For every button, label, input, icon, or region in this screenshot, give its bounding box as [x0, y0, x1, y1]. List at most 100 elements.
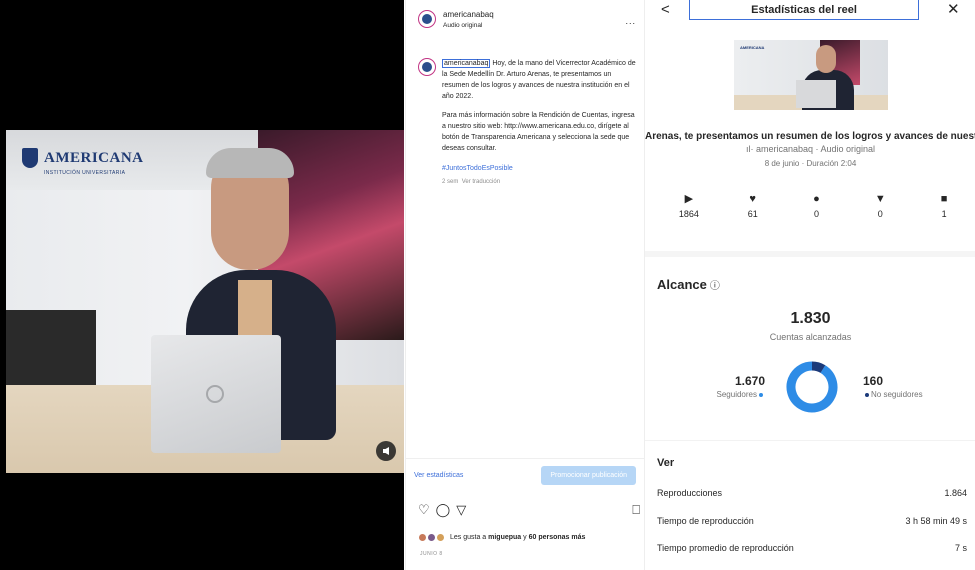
liker-avatar: [436, 533, 445, 542]
hashtag-link[interactable]: #JuntosTodoEsPosible: [442, 163, 640, 174]
heart-filled-icon: ♥: [749, 193, 756, 205]
followers-value: 1.670: [734, 374, 765, 388]
metric-likes: ♥ 61: [721, 192, 785, 219]
post-username[interactable]: americanabaq: [443, 10, 494, 19]
caption-paragraph-1: americanabaq Hoy, de la mano del Vicerre…: [442, 58, 640, 102]
non-followers-value: 160: [863, 374, 884, 388]
audio-wave-icon: ıl·: [745, 144, 754, 154]
heart-outline-icon[interactable]: ♡: [418, 503, 430, 516]
row-value: 7 s: [954, 543, 967, 553]
non-followers-label: No seguidores: [863, 390, 963, 399]
views-row-plays: Reproducciones 1.864: [657, 488, 967, 498]
reel-date-duration: 8 de junio · Duración 2:04: [764, 159, 857, 168]
caption-username[interactable]: americanabaq: [442, 59, 491, 68]
close-icon[interactable]: ✕: [947, 0, 960, 20]
back-chevron-icon[interactable]: <: [661, 0, 670, 20]
accounts-reached-label: Cuentas alcanzadas: [769, 332, 852, 342]
accounts-reached-value: 1.830: [790, 310, 831, 327]
caption-paragraph-2: Para más información sobre la Rendición …: [442, 112, 635, 152]
row-label: Tiempo promedio de reproducción: [657, 543, 794, 553]
reel-thumbnail[interactable]: AMERICANA: [734, 40, 888, 110]
brand-subtitle: INSTITUCIÓN UNIVERSITARIA: [44, 170, 126, 176]
insights-topbar: < Estadísticas del reel ✕: [645, 0, 975, 24]
followers-dot: [759, 392, 763, 397]
reel-metrics: ▶ 1864 ♥ 61 ● 0 ▼ 0 ■ 1: [657, 192, 975, 219]
brand-logo: AMERICANA: [22, 148, 144, 168]
speaker-hair: [206, 148, 294, 178]
views-section-title: Ver: [657, 457, 675, 469]
speaker-icon: [383, 447, 389, 455]
shelf: [6, 310, 96, 390]
post-meta: 2 sem Ver traducción: [442, 177, 640, 188]
followers-label: Seguidores: [689, 390, 765, 399]
metric-saves: ■ 1: [912, 192, 975, 219]
reel-audio[interactable]: ıl· americanabaq · Audio original: [645, 144, 975, 154]
non-followers-label-text: No seguidores: [871, 390, 923, 399]
row-label: Tiempo de reproducción: [657, 516, 754, 526]
promote-button[interactable]: Promocionar publicación: [541, 466, 636, 485]
post-header: americanabaq Audio original ...: [418, 10, 638, 29]
insights-title: Estadísticas del reel: [689, 0, 919, 20]
liker-avatar: [418, 533, 427, 542]
followers-stat: 1.670 Seguidores: [689, 374, 765, 399]
metric-value: 0: [813, 209, 819, 219]
section-divider: [645, 440, 975, 441]
comment-bubble-icon[interactable]: ◯: [436, 503, 451, 516]
reach-section-title: Alcance ⓘ: [657, 277, 720, 292]
likes-middle: y: [521, 534, 529, 541]
avatar-image: [422, 14, 432, 24]
likes-count[interactable]: 60 personas más: [529, 534, 586, 541]
followers-label-text: Seguidores: [716, 390, 757, 399]
bookmark-filled-icon: ■: [940, 193, 948, 205]
post-date: JUNIO 8: [420, 551, 443, 557]
non-followers-stat: 160 No seguidores: [863, 374, 963, 399]
avatar-image: [422, 62, 432, 72]
liker-avatar: [427, 533, 436, 542]
stats-actions-row: Ver estadísticas Promocionar publicación: [406, 458, 644, 492]
reel-caption-text: Arenas, te presentamos un resumen de los…: [645, 131, 975, 142]
caption-avatar[interactable]: [418, 58, 436, 76]
row-value: 3 h 58 min 49 s: [905, 516, 967, 526]
video-frame[interactable]: AMERICANA INSTITUCIÓN UNIVERSITARIA: [6, 130, 404, 473]
reach-title-text: Alcance: [657, 277, 707, 292]
time-ago: 2 sem: [442, 179, 459, 185]
thumb-laptop: [796, 80, 836, 108]
more-options-icon[interactable]: ...: [625, 16, 636, 26]
reel-caption: Arenas, te presentamos un resumen de los…: [645, 131, 975, 142]
reach-donut-chart: [786, 361, 838, 413]
views-row-avg-watch-time: Tiempo promedio de reproducción 7 s: [657, 543, 967, 553]
see-translation-link[interactable]: Ver traducción: [462, 179, 500, 185]
reel-audio-text: americanabaq · Audio original: [755, 144, 876, 154]
likes-user[interactable]: miguepua: [488, 534, 521, 541]
laptop-logo: [206, 385, 224, 403]
metric-value: 1: [941, 209, 947, 219]
audio-label[interactable]: Audio original: [443, 22, 494, 29]
metric-comments: ● 0: [785, 192, 849, 219]
view-stats-link[interactable]: Ver estadísticas: [414, 472, 463, 479]
row-label: Reproducciones: [657, 488, 723, 498]
comment-filled-icon: ●: [813, 193, 820, 205]
likes-text[interactable]: Les gusta a miguepua y 60 personas más: [450, 534, 585, 541]
section-divider: [645, 251, 975, 257]
avatar[interactable]: [418, 10, 436, 28]
likes-summary: Les gusta a miguepua y 60 personas más: [418, 533, 585, 542]
metric-plays: ▶ 1864: [657, 192, 721, 219]
info-icon[interactable]: ⓘ: [710, 281, 720, 292]
non-followers-dot: [865, 392, 869, 397]
play-icon: ▶: [684, 193, 694, 205]
reel-insights-panel: < Estadísticas del reel ✕ AMERICANA Aren…: [644, 0, 975, 570]
post-detail-panel: americanabaq Audio original ... american…: [405, 0, 644, 570]
paper-plane-icon[interactable]: ▽: [456, 503, 466, 516]
mute-button[interactable]: [376, 441, 396, 461]
metric-shares: ▼ 0: [848, 192, 912, 219]
views-row-watch-time: Tiempo de reproducción 3 h 58 min 49 s: [657, 516, 967, 526]
shield-logo-icon: [22, 148, 38, 168]
thumb-head: [816, 45, 836, 73]
metric-value: 1864: [678, 209, 699, 219]
send-filled-icon: ▼: [874, 193, 886, 205]
row-value: 1.864: [944, 488, 967, 498]
thumb-brand: AMERICANA: [740, 45, 765, 50]
video-player[interactable]: AMERICANA INSTITUCIÓN UNIVERSITARIA: [0, 0, 404, 570]
bookmark-outline-icon[interactable]: ⎕: [632, 503, 640, 516]
likes-prefix: Les gusta a: [450, 534, 489, 541]
